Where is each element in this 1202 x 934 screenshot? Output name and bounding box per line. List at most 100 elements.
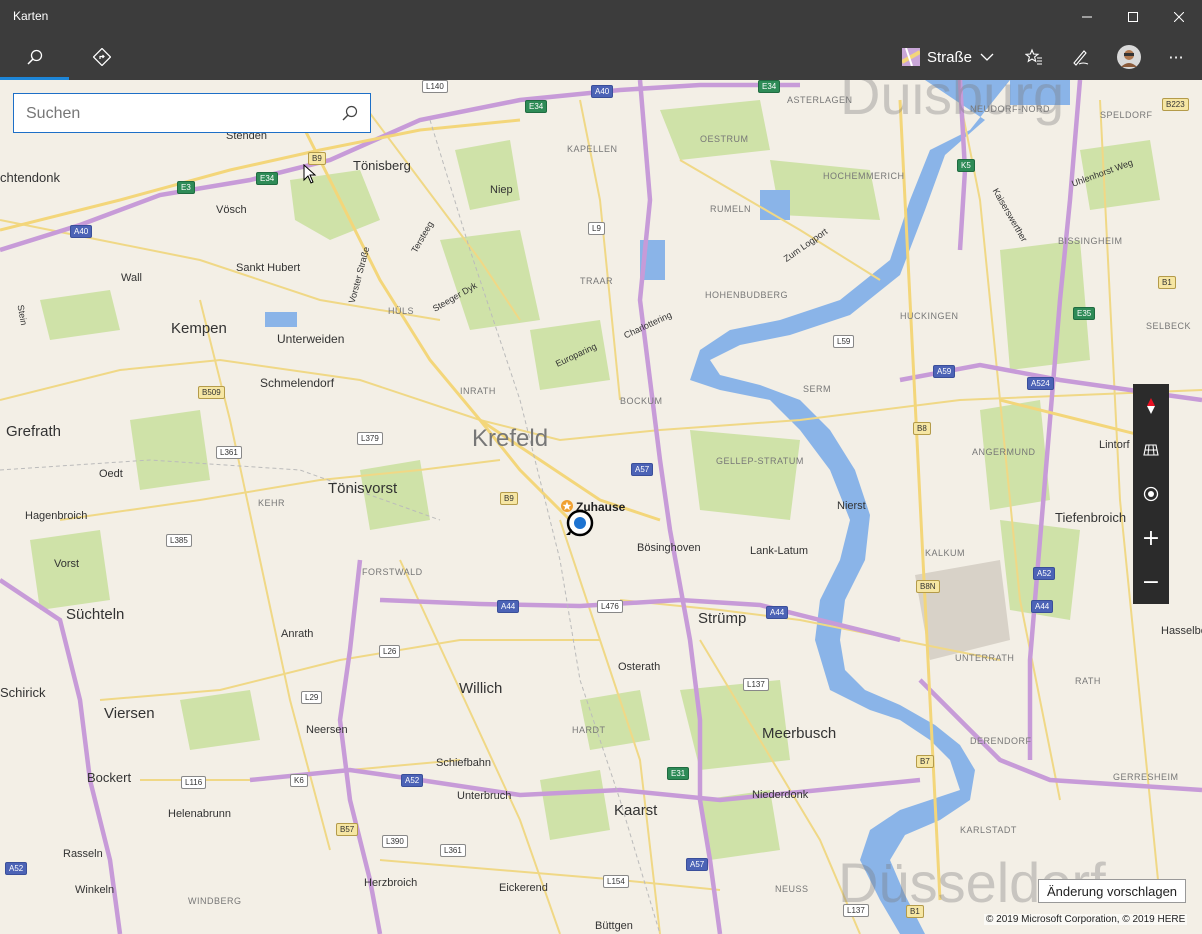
- district-label: UNTERRATH: [955, 653, 1015, 663]
- city-label[interactable]: Tönisberg: [353, 158, 411, 173]
- road-shield: E34: [256, 172, 279, 185]
- road-shield: B223: [1162, 98, 1189, 111]
- maximize-button[interactable]: [1110, 0, 1156, 34]
- town-label[interactable]: Eickerend: [499, 882, 548, 894]
- chevron-down-icon: [980, 53, 994, 61]
- town-label[interactable]: Sankt Hubert: [236, 262, 300, 274]
- town-label[interactable]: Helenabrunn: [168, 808, 231, 820]
- map-canvas[interactable]: Duisburg Düsseldorf Krefeld Kempen Tönis…: [0, 80, 1202, 934]
- city-label-krefeld[interactable]: Krefeld: [472, 425, 548, 453]
- road-shield: L137: [843, 904, 869, 917]
- current-location-icon[interactable]: [566, 509, 594, 537]
- road-shield: L361: [216, 446, 242, 459]
- town-label[interactable]: Niederdonk: [752, 789, 808, 801]
- road-shield: A57: [631, 463, 654, 476]
- district-label: SELBECK: [1146, 321, 1192, 331]
- ink-button[interactable]: [1058, 34, 1102, 80]
- city-label[interactable]: Strümp: [698, 610, 746, 627]
- town-label[interactable]: Bockert: [87, 770, 131, 785]
- district-label: GELLEP-STRATUM: [716, 456, 804, 466]
- town-label[interactable]: Lank-Latum: [750, 545, 808, 557]
- search-tab-button[interactable]: [0, 34, 69, 80]
- town-label[interactable]: Oedt: [99, 468, 123, 480]
- city-label[interactable]: Viersen: [104, 705, 155, 722]
- town-label[interactable]: Niep: [490, 184, 513, 196]
- town-label[interactable]: Vösch: [216, 204, 247, 216]
- town-label[interactable]: Hagenbroich: [25, 510, 87, 522]
- town-label[interactable]: Lintorf: [1099, 439, 1130, 451]
- compass-button[interactable]: [1133, 384, 1169, 428]
- district-label: TRAAR: [580, 276, 614, 286]
- district-label: HOHENBUDBERG: [705, 290, 789, 300]
- minimize-button[interactable]: [1064, 0, 1110, 34]
- road-shield: B1: [906, 905, 924, 918]
- city-label[interactable]: Süchteln: [66, 606, 124, 623]
- city-label[interactable]: Meerbusch: [762, 725, 836, 742]
- city-label[interactable]: Willich: [459, 680, 502, 697]
- town-label[interactable]: Tiefenbroich: [1055, 510, 1126, 525]
- town-label[interactable]: Anrath: [281, 628, 313, 640]
- district-label: KARLSTADT: [960, 825, 1017, 835]
- town-label[interactable]: Wall: [121, 272, 142, 284]
- town-label[interactable]: Unterweiden: [277, 332, 344, 346]
- road-shield: A52: [401, 774, 424, 787]
- road-shield: L59: [833, 335, 855, 348]
- directions-button[interactable]: [69, 34, 135, 80]
- town-label[interactable]: Rasseln: [63, 848, 103, 860]
- suggest-change-button[interactable]: Änderung vorschlagen: [1038, 879, 1186, 903]
- city-label[interactable]: Grefrath: [6, 423, 61, 440]
- district-label: HUCKINGEN: [900, 311, 959, 321]
- town-label[interactable]: Schirick: [0, 685, 46, 700]
- locate-icon: [1143, 486, 1159, 502]
- zoom-out-button[interactable]: −: [1133, 560, 1169, 604]
- town-label[interactable]: Neersen: [306, 724, 348, 736]
- map-style-label: Straße: [926, 48, 972, 66]
- town-label[interactable]: Büttgen: [595, 920, 633, 932]
- city-label[interactable]: Kempen: [171, 320, 227, 337]
- road-shield: E31: [667, 767, 690, 780]
- city-label[interactable]: Tönisvorst: [328, 480, 397, 497]
- city-label[interactable]: Kaarst: [614, 802, 657, 819]
- town-label[interactable]: Vorst: [54, 558, 79, 570]
- district-label: KAPELLEN: [567, 144, 618, 154]
- aerial-view-button[interactable]: [1133, 428, 1169, 472]
- town-label[interactable]: Bösinghoven: [637, 542, 701, 554]
- district-label: BOCKUM: [620, 396, 663, 406]
- favorites-button[interactable]: [1012, 34, 1056, 80]
- map-style-dropdown[interactable]: Straße: [896, 34, 1000, 80]
- road-style-icon: [901, 48, 920, 66]
- town-label[interactable]: chtendonk: [0, 170, 60, 185]
- district-label: RUMELN: [710, 204, 752, 214]
- town-label[interactable]: Herzbroich: [364, 877, 417, 889]
- maps-window: Karten Straße ··· Duisburg Düsseldorf Kr…: [0, 0, 1202, 934]
- district-label: HARDT: [572, 725, 606, 735]
- zoom-in-button[interactable]: +: [1133, 516, 1169, 560]
- mouse-cursor-icon: [303, 164, 317, 184]
- avatar: [1117, 45, 1141, 69]
- town-label[interactable]: Nierst: [837, 500, 866, 512]
- district-label: HOCHEMMERICH: [823, 171, 905, 181]
- search-input[interactable]: [24, 100, 328, 128]
- road-shield: A524: [1027, 377, 1054, 390]
- district-label: SERM: [803, 384, 832, 394]
- aerial-icon: [1143, 444, 1159, 456]
- search-box[interactable]: [13, 93, 371, 133]
- district-label: BISSINGHEIM: [1058, 236, 1123, 246]
- town-label[interactable]: Osterath: [618, 661, 660, 673]
- town-label[interactable]: Schmelendorf: [260, 376, 334, 390]
- town-label[interactable]: Schiefbahn: [436, 757, 491, 769]
- road-shield: A44: [497, 600, 520, 613]
- search-icon: [26, 49, 42, 65]
- account-button[interactable]: [1108, 34, 1150, 80]
- town-label[interactable]: Winkeln: [75, 884, 114, 896]
- road-shield: E35: [1073, 307, 1096, 320]
- district-label: INRATH: [460, 386, 496, 396]
- locate-me-button[interactable]: [1133, 472, 1169, 516]
- minimize-icon: [1082, 16, 1092, 18]
- close-button[interactable]: [1156, 0, 1202, 34]
- town-label[interactable]: Hasselbe: [1161, 625, 1202, 637]
- town-label[interactable]: Unterbruch: [457, 790, 511, 802]
- district-label: NEUSS: [775, 884, 809, 894]
- road-shield: L379: [357, 432, 383, 445]
- more-button[interactable]: ···: [1154, 34, 1198, 80]
